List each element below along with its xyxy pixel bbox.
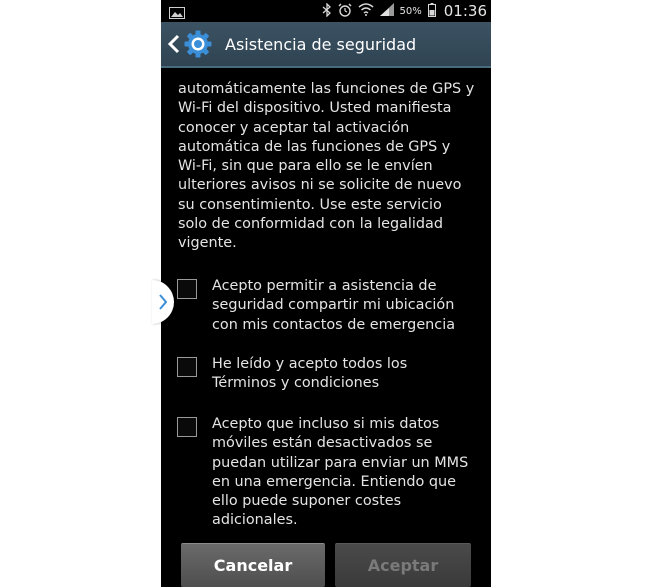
- alarm-icon: [338, 3, 352, 20]
- chevron-left-icon: [167, 34, 180, 54]
- signal-icon: [379, 3, 394, 19]
- clock: 01:36: [443, 2, 487, 20]
- mms-label: Acepto que incluso si mis datos móviles …: [212, 416, 469, 529]
- status-bar: 50% 01:36: [161, 0, 491, 22]
- share-location-checkbox[interactable]: [177, 279, 197, 299]
- action-bar: Asistencia de seguridad: [161, 22, 491, 68]
- gear-icon: [184, 30, 212, 58]
- accept-button[interactable]: Aceptar: [335, 543, 471, 587]
- terms-checkbox[interactable]: [177, 357, 197, 377]
- terms-label: He leído y acepto todos los Términos y c…: [212, 356, 408, 392]
- phone-screen: 50% 01:36 Asistencia de seguridad automá…: [161, 0, 491, 587]
- share-location-label: Acepto permitir a asistencia de segurida…: [212, 278, 456, 333]
- content-scroll-area[interactable]: automáticamente las funciones de GPS y W…: [161, 68, 491, 538]
- cancel-button[interactable]: Cancelar: [181, 543, 325, 587]
- mms-checkbox[interactable]: [177, 417, 197, 437]
- chevron-right-icon: [159, 294, 168, 310]
- terms-paragraph: automáticamente las funciones de GPS y W…: [178, 81, 475, 252]
- back-button[interactable]: [167, 22, 213, 66]
- bluetooth-icon: [322, 1, 332, 20]
- battery-icon: [427, 2, 436, 20]
- wifi-icon: [358, 3, 374, 19]
- battery-percent: 50%: [399, 5, 422, 17]
- gallery-icon: [169, 4, 185, 19]
- page-title: Asistencia de seguridad: [225, 34, 417, 54]
